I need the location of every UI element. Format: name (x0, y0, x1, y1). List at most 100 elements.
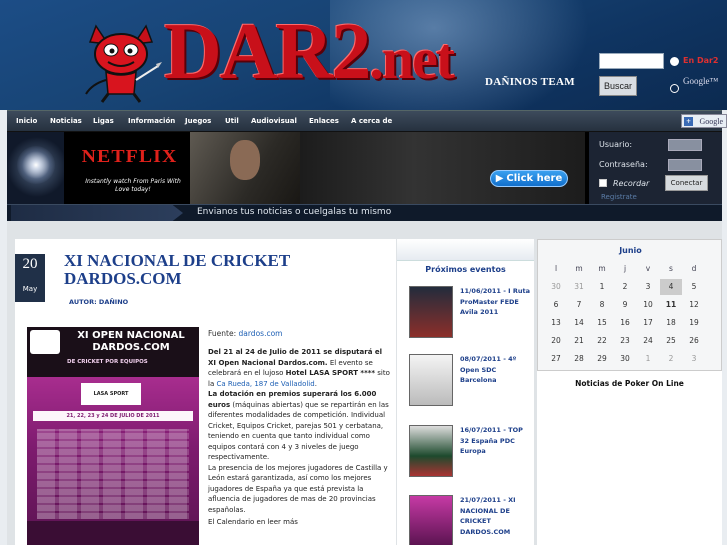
paragraph-1: Del 21 al 24 de Julio de 2011 se disputa… (208, 348, 390, 388)
calendar-day[interactable]: 13 (545, 315, 567, 331)
poster-schedule (37, 429, 189, 519)
remember-label: Recordar (613, 179, 650, 188)
calendar-day[interactable]: 15 (591, 315, 613, 331)
search-input[interactable] (599, 53, 664, 69)
nav-item-util[interactable]: Util (225, 117, 239, 125)
event-item[interactable]: 16/07/2011 - TOP 32 España PDC Europa (409, 425, 531, 477)
calendar-day[interactable]: 3 (637, 279, 659, 295)
calendar-month: Junio (619, 246, 642, 255)
event-item[interactable]: 11/06/2011 - I Ruta ProMaster FEDE Avila… (409, 286, 531, 338)
calendar-day[interactable]: 17 (637, 315, 659, 331)
nav-item-juegos[interactable]: Juegos (185, 117, 211, 125)
event-thumbnail (409, 286, 453, 338)
news-ticker: Envianos tus noticias o cuelgalas tu mis… (7, 204, 722, 221)
article-author: AUTOR: DAÑINO (69, 298, 129, 306)
calendar-day[interactable]: 25 (660, 333, 682, 349)
nav-item-inicio[interactable]: Inicio (16, 117, 37, 125)
password-field[interactable] (668, 159, 702, 171)
ticker-text[interactable]: Envianos tus noticias o cuelgalas tu mis… (197, 207, 391, 217)
advertisement-banner[interactable]: NETFLIX Instantly watch From Paris With … (64, 132, 589, 204)
source-link[interactable]: dardos.com (239, 329, 283, 338)
event-item[interactable]: 08/07/2011 - 4º Open SDC Barcelona (409, 354, 531, 406)
calendar-weekday: d (691, 264, 697, 273)
calendar-day[interactable]: 23 (614, 333, 636, 349)
ad-photo (190, 132, 300, 204)
calendar-day[interactable]: 18 (660, 315, 682, 331)
calendar-day[interactable]: 28 (568, 351, 590, 367)
google-plus-button[interactable]: + Google (681, 114, 727, 128)
calendar-day[interactable]: 2 (614, 279, 636, 295)
calendar-day[interactable]: 3 (683, 351, 705, 367)
calendar: Junio l m m j v s d 30 31 1 2 3 4 5 6 7 8 9 10 11 12 13 14 15 16… (537, 239, 722, 371)
site-logo[interactable]: DAR2.net (164, 2, 455, 109)
calendar-weekday: m (598, 264, 606, 273)
nav-item-audiovisual[interactable]: Audiovisual (251, 117, 297, 125)
calendar-day[interactable]: 9 (614, 297, 636, 313)
calendar-day[interactable]: 22 (591, 333, 613, 349)
address-link[interactable]: Ca Rueda, 187 de Valladolid (216, 380, 314, 388)
ad-click-button[interactable]: ▶ Click here (490, 170, 568, 187)
calendar-day[interactable]: 16 (614, 315, 636, 331)
radio-en-dar2-label: En Dar2 (683, 56, 719, 65)
calendar-day[interactable]: 30 (614, 351, 636, 367)
right-sidebar: Junio l m m j v s d 30 31 1 2 3 4 5 6 7 8 9 10 11 12 13 14 15 16… (537, 239, 722, 545)
calendar-day[interactable]: 19 (683, 315, 705, 331)
read-more-text[interactable]: El Calendario en leer más (208, 518, 298, 526)
date-day: 20 (22, 256, 38, 272)
date-month: May (15, 285, 45, 293)
page: DAR2.net DAÑINOS TEAM En Dar2 Buscar Goo… (0, 0, 727, 545)
calendar-day[interactable]: 27 (545, 351, 567, 367)
devil-mascot-icon (85, 24, 162, 103)
calendar-day[interactable]: 7 (568, 297, 590, 313)
site-header: DAR2.net DAÑINOS TEAM En Dar2 Buscar Goo… (0, 0, 727, 110)
calendar-day[interactable]: 1 (591, 279, 613, 295)
remember-checkbox[interactable] (599, 179, 607, 187)
calendar-day[interactable]: 12 (683, 297, 705, 313)
calendar-day[interactable]: 2 (660, 351, 682, 367)
username-label: Usuario: (599, 140, 633, 149)
calendar-day[interactable]: 1 (637, 351, 659, 367)
nav-item-noticias[interactable]: Noticias (50, 117, 82, 125)
nav-item-ligas[interactable]: Ligas (93, 117, 114, 125)
calendar-day[interactable]: 20 (545, 333, 567, 349)
calendar-weekday: v (645, 264, 651, 273)
register-link[interactable]: Registrate (601, 193, 637, 201)
poster-subtitle: DE CRICKET POR EQUIPOS (67, 359, 148, 365)
ad-brand: NETFLIX (81, 146, 178, 166)
calendar-day[interactable]: 14 (568, 315, 590, 331)
password-label: Contraseña: (599, 160, 648, 169)
event-item[interactable]: 21/07/2011 - XI NACIONAL DE CRICKET DARD… (409, 495, 531, 545)
calendar-day[interactable]: 8 (591, 297, 613, 313)
calendar-day[interactable]: 29 (591, 351, 613, 367)
nav-item-acerca[interactable]: A cerca de (351, 117, 392, 125)
poster-sponsor: LASA SPORT (81, 383, 141, 405)
article-title[interactable]: XI NACIONAL DE CRICKET DARDOS.COM (64, 252, 384, 288)
calendar-day[interactable]: 21 (568, 333, 590, 349)
calendar-day[interactable]: 31 (568, 279, 590, 295)
radio-google[interactable] (670, 84, 679, 93)
username-field[interactable] (668, 139, 702, 151)
nav-item-informacion[interactable]: Información (128, 117, 175, 125)
calendar-day[interactable]: 30 (545, 279, 567, 295)
calendar-day[interactable]: 24 (637, 333, 659, 349)
article-source: Fuente: dardos.com (208, 329, 283, 338)
search-button[interactable]: Buscar (599, 76, 637, 96)
google-logo: Google™ (683, 76, 719, 86)
calendar-day[interactable]: 5 (683, 279, 705, 295)
calendar-day[interactable]: 11 (660, 297, 682, 313)
calendar-day[interactable]: 6 (545, 297, 567, 313)
poster-title: XI OPEN NACIONAL DARDOS.COM (77, 330, 185, 353)
event-thumbnail (409, 425, 453, 477)
poster-logo (30, 330, 60, 354)
calendar-day[interactable]: 26 (683, 333, 705, 349)
calendar-weekday: s (669, 264, 673, 273)
nav-item-enlaces[interactable]: Enlaces (309, 117, 339, 125)
article-body: Del 21 al 24 de Julio de 2011 se disputa… (208, 347, 392, 515)
calendar-day[interactable]: 10 (637, 297, 659, 313)
login-button[interactable]: Conectar (665, 175, 708, 191)
ticker-arrow (11, 205, 183, 221)
radio-en-dar2[interactable] (670, 57, 679, 66)
ad-tagline: Instantly watch From Paris With Love tod… (85, 178, 181, 193)
calendar-day[interactable]: 4 (660, 279, 682, 295)
paragraph-2: La dotación en premios superará los 6.00… (208, 390, 389, 461)
